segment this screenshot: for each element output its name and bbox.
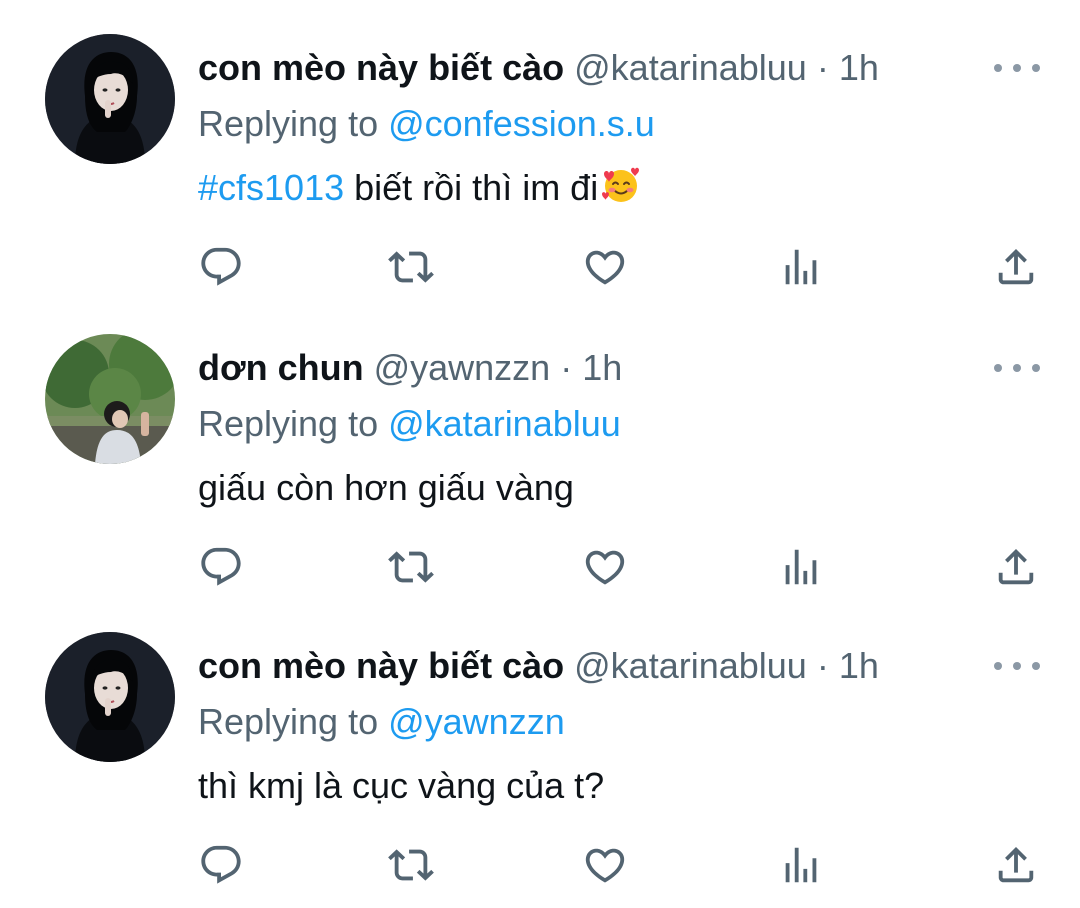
avatar-image — [45, 334, 175, 464]
analytics-icon[interactable] — [778, 544, 824, 590]
tweet-text: thì kmj là cục vàng của t? — [198, 762, 604, 810]
tweet-header: con mèo này biết cào @katarinabluu · 1h — [198, 46, 879, 90]
tweet-text-content: biết rồi thì im đi — [344, 167, 599, 208]
retweet-icon[interactable] — [388, 244, 434, 290]
replying-prefix: Replying to — [198, 701, 389, 742]
more-options-icon[interactable] — [994, 56, 1040, 80]
replying-to-line: Replying to @katarinabluu — [198, 402, 621, 446]
heart-icon[interactable] — [582, 544, 628, 590]
user-handle[interactable]: @katarinabluu — [574, 47, 807, 88]
tweet-header: dơn chun @yawnzzn · 1h — [198, 346, 622, 390]
tweet-text: #cfs1013 biết rồi thì im đi — [198, 164, 642, 218]
timestamp[interactable]: 1h — [839, 47, 879, 88]
timestamp[interactable]: 1h — [582, 347, 622, 388]
display-name[interactable]: dơn chun — [198, 347, 364, 388]
reply-icon[interactable] — [198, 842, 244, 888]
smiling-face-with-hearts-icon — [600, 164, 642, 218]
analytics-icon[interactable] — [778, 244, 824, 290]
hashtag-link[interactable]: #cfs1013 — [198, 167, 344, 208]
heart-icon[interactable] — [582, 842, 628, 888]
replying-to-mention[interactable]: @yawnzzn — [388, 701, 565, 742]
more-options-icon[interactable] — [994, 356, 1040, 380]
tweet[interactable]: con mèo này biết cào @katarinabluu · 1h … — [0, 598, 1080, 898]
tweet-text-content: giấu còn hơn giấu vàng — [198, 467, 574, 508]
reply-thread: con mèo này biết cào @katarinabluu · 1h … — [0, 0, 1080, 908]
tweet-text-content: thì kmj là cục vàng của t? — [198, 765, 605, 806]
separator-dot: · — [816, 645, 829, 686]
reply-icon[interactable] — [198, 544, 244, 590]
tweet-actions — [198, 244, 1040, 290]
share-icon[interactable] — [993, 842, 1039, 888]
user-handle[interactable]: @yawnzzn — [374, 347, 551, 388]
tweet-actions — [198, 544, 1040, 590]
avatar-image — [45, 34, 175, 164]
replying-to-line: Replying to @confession.s.u — [198, 102, 655, 146]
replying-prefix: Replying to — [198, 403, 389, 444]
avatar-image — [45, 632, 175, 762]
separator-dot: · — [560, 347, 573, 388]
tweet[interactable]: dơn chun @yawnzzn · 1h Replying to @kata… — [0, 300, 1080, 600]
tweet-text: giấu còn hơn giấu vàng — [198, 464, 574, 512]
display-name[interactable]: con mèo này biết cào — [198, 47, 564, 88]
share-icon[interactable] — [993, 544, 1039, 590]
more-options-icon[interactable] — [994, 654, 1040, 678]
tweet[interactable]: con mèo này biết cào @katarinabluu · 1h … — [0, 0, 1080, 300]
reply-icon[interactable] — [198, 244, 244, 290]
user-handle[interactable]: @katarinabluu — [574, 645, 807, 686]
replying-to-mention[interactable]: @katarinabluu — [388, 403, 621, 444]
tweet-actions — [198, 842, 1040, 888]
avatar[interactable] — [45, 632, 175, 762]
avatar[interactable] — [45, 34, 175, 164]
replying-to-line: Replying to @yawnzzn — [198, 700, 565, 744]
analytics-icon[interactable] — [778, 842, 824, 888]
separator-dot: · — [816, 47, 829, 88]
display-name[interactable]: con mèo này biết cào — [198, 645, 564, 686]
replying-to-mention[interactable]: @confession.s.u — [388, 103, 655, 144]
timestamp[interactable]: 1h — [839, 645, 879, 686]
tweet-header: con mèo này biết cào @katarinabluu · 1h — [198, 644, 879, 688]
retweet-icon[interactable] — [388, 842, 434, 888]
share-icon[interactable] — [993, 244, 1039, 290]
heart-icon[interactable] — [582, 244, 628, 290]
avatar[interactable] — [45, 334, 175, 464]
retweet-icon[interactable] — [388, 544, 434, 590]
replying-prefix: Replying to — [198, 103, 389, 144]
